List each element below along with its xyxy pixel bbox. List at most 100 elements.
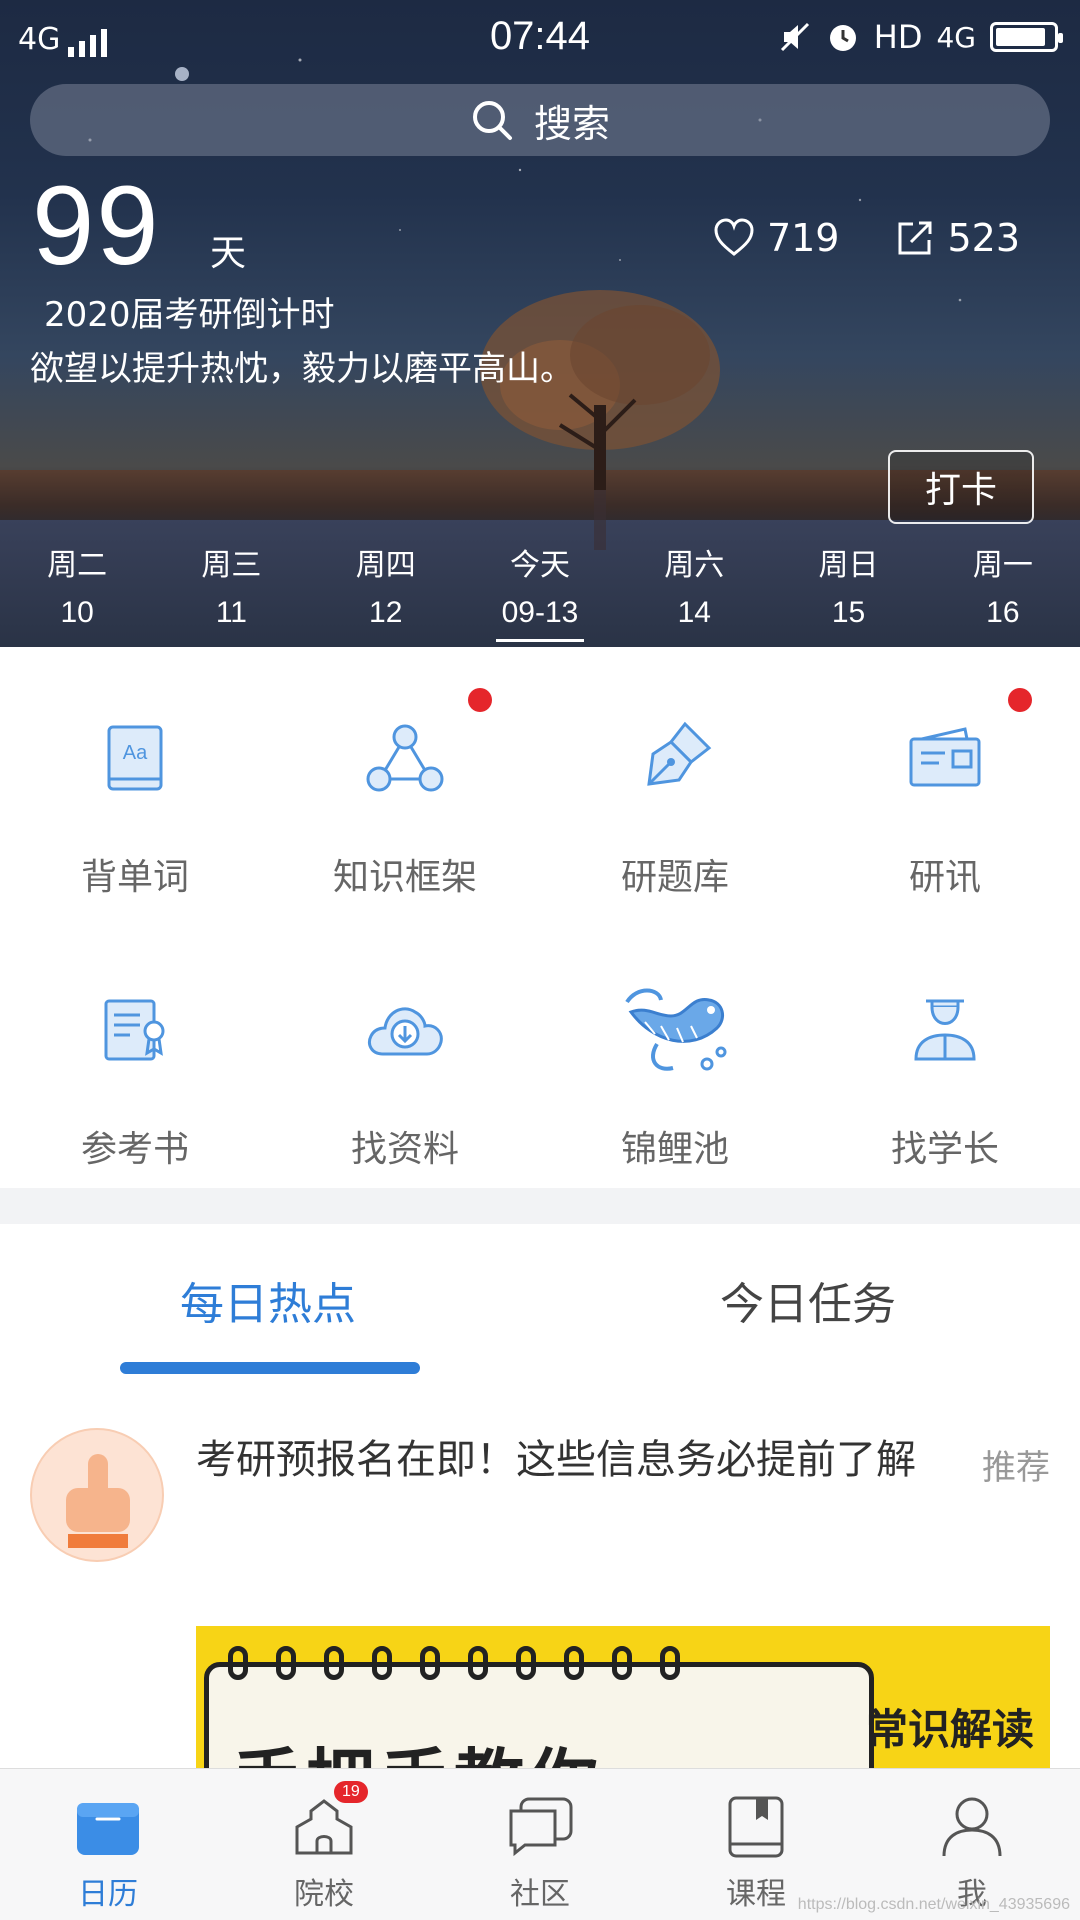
day-weekday: 周一 (972, 548, 1033, 583)
feature-news[interactable]: 研讯 (810, 650, 1080, 920)
certificate-document-icon (85, 980, 185, 1080)
day-item[interactable]: 周六 14 (617, 540, 771, 640)
feature-knowledge-framework[interactable]: 知识框架 (270, 650, 540, 920)
battery-icon (990, 22, 1063, 52)
watermark-text: https://blog.csdn.net/weixin_43935696 (797, 1896, 1070, 1913)
day-date: 14 (677, 596, 711, 629)
day-weekday: 今天 (509, 548, 570, 583)
checkin-button[interactable]: 打卡 (888, 450, 1034, 524)
like-button[interactable]: 719 (713, 216, 840, 260)
feature-find-materials[interactable]: 找资料 (270, 920, 540, 1188)
network-right-label: 4G (936, 20, 976, 54)
notebook-rings (228, 1646, 680, 1680)
day-date: 16 (986, 596, 1020, 629)
nav-community[interactable]: 社区 (432, 1769, 648, 1920)
day-weekday: 周二 (47, 548, 108, 583)
day-date: 15 (831, 596, 866, 629)
day-weekday: 周六 (664, 548, 725, 583)
search-bar[interactable]: 搜索 (30, 84, 1050, 156)
notification-dot (1008, 688, 1032, 712)
day-item[interactable]: 周四 12 (309, 540, 463, 640)
search-icon (472, 101, 512, 140)
nav-label: 社区 (510, 1877, 570, 1912)
feature-label: 研讯 (908, 857, 981, 898)
feature-label: 找资料 (350, 1129, 459, 1170)
heart-icon (714, 218, 754, 256)
alarm-icon (829, 25, 856, 51)
nav-calendar[interactable]: 日历 (0, 1769, 216, 1920)
feature-vocabulary[interactable]: Aa 背单词 (0, 650, 270, 920)
feature-label: 找学长 (890, 1129, 999, 1170)
knowledge-network-icon (355, 708, 455, 808)
battery-level (996, 28, 1045, 46)
stats-group: 719 523 (713, 216, 1020, 260)
feature-label: 参考书 (80, 1129, 189, 1170)
day-date: 11 (215, 596, 247, 629)
school-icon (289, 1795, 359, 1859)
status-icons: HD 4G (778, 18, 1063, 56)
calendar-icon (73, 1795, 143, 1859)
content-tabs: 每日热点 今日任务 (0, 1224, 1080, 1374)
section-divider (0, 1188, 1080, 1224)
notification-dot (468, 688, 492, 712)
day-item[interactable]: 周一 16 (926, 540, 1080, 640)
news-banner-image[interactable]: 手把手教你 常识解读 (196, 1626, 1050, 1776)
bottom-navigation: 日历 院校 19 社区 课程 我 https://blog.csdn.net/w… (0, 1768, 1080, 1920)
countdown-days: 99 (32, 163, 161, 288)
day-today[interactable]: 今天 09-13 (463, 540, 617, 640)
news-card-icon (895, 708, 995, 808)
day-item[interactable]: 周日 15 (771, 540, 925, 640)
graduate-person-icon (895, 980, 995, 1080)
feature-reference-books[interactable]: 参考书 (0, 920, 270, 1188)
vocabulary-book-icon: Aa (85, 708, 185, 808)
feature-question-bank[interactable]: 研题库 (540, 650, 810, 920)
feature-label: 研题库 (620, 857, 729, 898)
day-date: 10 (60, 596, 94, 629)
countdown-unit: 天 (210, 233, 247, 274)
day-item[interactable]: 周二 10 (0, 540, 154, 640)
motto-text: 欲望以提升热忱，毅力以磨平高山。 (30, 349, 574, 389)
fountain-pen-icon (625, 708, 725, 808)
banner-side-text: 常识解读 (865, 1705, 1034, 1754)
hd-label: HD (873, 18, 923, 56)
share-button[interactable]: 523 (895, 216, 1020, 260)
countdown-label: 2020届考研倒计时 (44, 295, 335, 335)
share-count: 523 (947, 216, 1020, 260)
feature-label: 知识框架 (332, 857, 477, 898)
hero-banner: 4G 07:44 HD 4G 搜索 99 天 2020届考研倒计时 欲望以提升热… (0, 0, 1080, 647)
course-book-icon (721, 1795, 791, 1859)
tab-daily-hot[interactable]: 每日热点 (180, 1268, 356, 1332)
day-weekday: 周日 (818, 548, 879, 583)
koi-fish-icon (615, 980, 735, 1080)
nav-label: 课程 (726, 1877, 786, 1912)
share-icon (898, 221, 932, 255)
like-count: 719 (766, 216, 840, 260)
nav-school[interactable]: 院校 19 (216, 1769, 432, 1920)
nav-label: 院校 (294, 1877, 354, 1912)
feature-find-seniors[interactable]: 找学长 (810, 920, 1080, 1188)
week-strip: 周二 10 周三 11 周四 12 今天 09-13 周六 14 周日 15 周一 16 (0, 540, 1080, 640)
search-placeholder: 搜索 (533, 101, 610, 146)
status-bar: 4G 07:44 HD 4G (0, 0, 1080, 76)
day-weekday: 周四 (355, 548, 416, 583)
pointing-hand-avatar-icon (30, 1428, 164, 1562)
feature-label: 背单词 (80, 857, 189, 898)
active-tab-indicator (120, 1362, 420, 1374)
notification-badge: 19 (334, 1781, 368, 1803)
mute-icon (780, 22, 809, 52)
day-item[interactable]: 周三 11 (154, 540, 308, 640)
feature-label: 锦鲤池 (620, 1129, 729, 1170)
cloud-download-icon (355, 980, 455, 1080)
news-tag: 推荐 (982, 1448, 1050, 1488)
feature-grid: Aa 背单词 知识框架 研题库 研讯 参考书 找资料 锦鲤池 找学长 (0, 650, 1080, 1188)
day-date: 09-13 (501, 596, 579, 629)
svg-text:Aa: Aa (123, 742, 148, 764)
news-title[interactable]: 考研预报名在即！这些信息务必提前了解 (196, 1430, 936, 1490)
community-chat-icon (505, 1795, 575, 1859)
day-weekday: 周三 (201, 548, 262, 583)
profile-person-icon (937, 1795, 1007, 1859)
nav-label: 日历 (78, 1877, 138, 1912)
day-date: 12 (369, 596, 403, 629)
feature-koi-pond[interactable]: 锦鲤池 (540, 920, 810, 1188)
tab-today-tasks[interactable]: 今日任务 (720, 1268, 896, 1332)
